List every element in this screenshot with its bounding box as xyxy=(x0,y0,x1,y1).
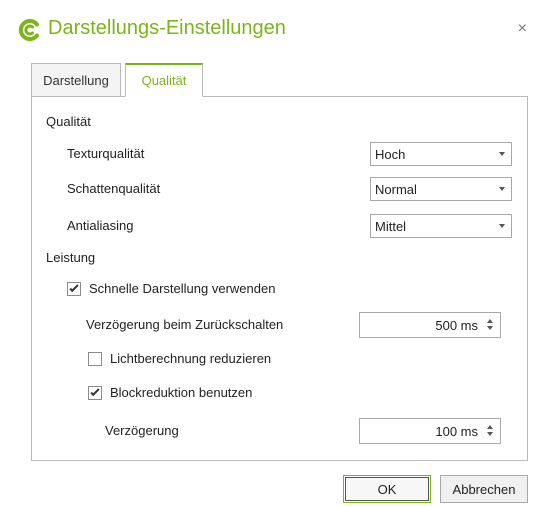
checkbox-box[interactable] xyxy=(88,352,102,366)
delay-spinbox[interactable]: 100 ms xyxy=(359,418,501,444)
antialiasing-select[interactable]: Mittel xyxy=(370,214,512,238)
tab-panel-qualitaet: Qualität Texturqualität Hoch Schattenqua… xyxy=(31,96,528,461)
tab-darstellung[interactable]: Darstellung xyxy=(31,63,121,97)
spin-up-icon[interactable] xyxy=(487,425,493,429)
title-bar: Darstellungs-Einstellungen × xyxy=(0,0,540,60)
checkbox-box[interactable] xyxy=(88,386,102,400)
delay-label: Verzögerung xyxy=(105,423,179,438)
checkbox-box[interactable] xyxy=(67,282,81,296)
spin-down-icon[interactable] xyxy=(487,432,493,436)
texture-quality-select[interactable]: Hoch xyxy=(370,142,512,166)
reduce-lighting-checkbox[interactable]: Lichtberechnung reduzieren xyxy=(88,351,328,369)
section-label-quality: Qualität xyxy=(46,114,91,129)
section-label-performance: Leistung xyxy=(46,250,96,265)
tab-qualitaet[interactable]: Qualität xyxy=(125,63,203,97)
switch-back-delay-spinbox[interactable]: 500 ms xyxy=(359,312,501,338)
chevron-down-icon xyxy=(499,152,505,156)
ok-button[interactable]: OK xyxy=(343,475,431,503)
reduce-lighting-label: Lichtberechnung reduzieren xyxy=(110,351,272,366)
antialiasing-label: Antialiasing xyxy=(67,218,134,233)
shadow-quality-select[interactable]: Normal xyxy=(370,177,512,201)
texture-quality-label: Texturqualität xyxy=(67,146,145,161)
checkmark-icon xyxy=(90,386,100,397)
switch-back-delay-value: 500 ms xyxy=(435,318,478,333)
chevron-down-icon xyxy=(499,187,505,191)
switch-back-delay-label: Verzögerung beim Zurückschalten xyxy=(86,317,284,332)
block-reduction-checkbox[interactable]: Blockreduktion benutzen xyxy=(88,385,308,403)
cancel-button[interactable]: Abbrechen xyxy=(440,475,528,503)
chevron-down-icon xyxy=(499,224,505,228)
texture-quality-value: Hoch xyxy=(375,147,406,162)
shadow-quality-label: Schattenqualität xyxy=(67,181,161,196)
dialog-title: Darstellungs-Einstellungen xyxy=(48,17,286,39)
antialiasing-value: Mittel xyxy=(375,219,407,234)
fast-render-checkbox[interactable]: Schnelle Darstellung verwenden xyxy=(67,281,327,299)
delay-value: 100 ms xyxy=(435,424,478,439)
fast-render-label: Schnelle Darstellung verwenden xyxy=(89,281,276,296)
spin-down-icon[interactable] xyxy=(487,326,493,330)
close-icon[interactable]: × xyxy=(518,20,527,38)
block-reduction-label: Blockreduktion benutzen xyxy=(110,385,253,400)
c-logo-icon xyxy=(18,19,39,41)
checkmark-icon xyxy=(69,282,79,293)
shadow-quality-value: Normal xyxy=(375,182,417,197)
spin-up-icon[interactable] xyxy=(487,319,493,323)
